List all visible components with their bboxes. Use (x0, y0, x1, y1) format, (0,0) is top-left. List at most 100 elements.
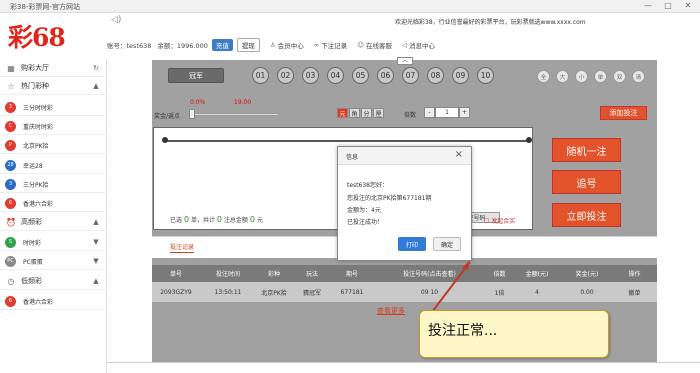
multiple-input[interactable]: 1 (435, 107, 459, 118)
close-button[interactable]: ✕ (681, 1, 695, 10)
dialog-amount: 金额为：4元 (347, 207, 381, 214)
bet-record-link[interactable]: ∞ 下注记录 (314, 40, 347, 50)
ball[interactable]: 05 (352, 67, 369, 84)
tab-bet-record[interactable]: 投注记录 (170, 242, 195, 253)
unit-modes: 元 角 分 厘 (337, 108, 385, 118)
prize-amount: 19.00 (234, 99, 252, 106)
chase-button[interactable]: 追号 (552, 170, 621, 194)
clock-icon: ⏰ (6, 217, 16, 227)
ball[interactable]: 10 (477, 67, 494, 84)
dialog-header: 信息 × (338, 147, 471, 165)
annotation-callout: 投注正常... (419, 310, 609, 358)
notice-text: 欢迎光临彩38，行业信誉最好的彩票平台，玩彩票就选www.xxxx.com (395, 19, 586, 26)
sidebar-item[interactable]: 3 三分PK拾 (0, 176, 107, 193)
sidebar-item[interactable]: S 时时彩 ▼ (0, 234, 107, 251)
speaker-icon: ◁) (111, 15, 122, 25)
view-more-link[interactable]: 查看更多 (377, 306, 405, 316)
history-table-header: 单号 投注时间 彩种 玩法 期号 投注号码(点击查看) 倍数 金额(元) 奖金(… (152, 265, 657, 282)
mode-yuan[interactable]: 元 (337, 108, 348, 118)
quick-select-big[interactable]: 大 (556, 70, 569, 83)
ball[interactable]: 03 (302, 67, 319, 84)
print-button[interactable]: 打印 (398, 237, 426, 251)
quick-select-odd[interactable]: 单 (594, 70, 607, 83)
lottery-icon: C (5, 120, 16, 132)
account-name: 账号：test638 (107, 42, 152, 50)
rebate-slider-thumb[interactable] (189, 109, 195, 119)
ball[interactable]: 07 (402, 67, 419, 84)
link-icon: ∞ (313, 41, 320, 49)
sidebar-low[interactable]: ◷ 低频彩 ▲ (0, 273, 107, 290)
sidebar-item[interactable]: PC PC蛋蛋 ▼ (0, 253, 107, 270)
member-center-link[interactable]: ♙ 会员中心 (270, 40, 304, 50)
sidebar-item[interactable]: 6 香港六合彩 (0, 195, 107, 212)
sidebar-item[interactable]: 28 幸运28 (0, 157, 107, 174)
cancel-order-link[interactable]: 撤单 (612, 282, 657, 302)
lottery-icon: 6 (5, 295, 16, 307)
refresh-icon[interactable]: ↻ (89, 64, 103, 72)
ball[interactable]: 09 (452, 67, 469, 84)
sidebar-hot[interactable]: ☆ 热门彩种 ▲ (0, 78, 107, 95)
sidebar-lobby[interactable]: ▦ 购彩大厅 ↻ (0, 60, 107, 77)
ball-bar: 冠军 01 02 03 04 05 06 07 08 09 10 全 大 小 单… (152, 66, 657, 86)
ball[interactable]: 08 (427, 67, 444, 84)
ball[interactable]: 01 (252, 67, 269, 84)
sidebar-high[interactable]: ⏰ 高频彩 ▲ (0, 214, 107, 231)
grid-icon: ▦ (7, 63, 15, 73)
message-center-link[interactable]: ◁ 消息中心 (402, 40, 435, 50)
info-dialog: 信息 × test638您好： 您投注的北京PK拾第677181期 金额为：4元… (337, 146, 472, 261)
dialog-success: 已投注成功！ (347, 219, 384, 226)
add-bet-button[interactable]: 添加投注 (600, 106, 647, 120)
multiple-stepper: - 1 + (424, 107, 470, 118)
collapse-up-icon[interactable]: ▲ (89, 82, 103, 90)
total-notes: 0 (216, 215, 222, 224)
table-row[interactable]: 2093GZY9 13:50:11 北京PK拾 猜冠军 677181 09 10… (152, 282, 657, 302)
ball[interactable]: 02 (277, 67, 294, 84)
collapse-up-icon[interactable]: ▲ (89, 218, 103, 226)
quick-select-all[interactable]: 全 (537, 70, 550, 83)
sidebar-item[interactable]: 6 香港六合彩 (0, 293, 107, 310)
ball[interactable]: 04 (327, 67, 344, 84)
multiple-minus[interactable]: - (424, 107, 435, 118)
mode-li[interactable]: 厘 (373, 108, 384, 118)
quick-select-even[interactable]: 双 (613, 70, 626, 83)
multiple-plus[interactable]: + (459, 107, 470, 118)
rebate-percent: 0.0% (190, 99, 206, 106)
ball[interactable]: 06 (377, 67, 394, 84)
collapse-up-icon[interactable]: ▲ (89, 277, 103, 285)
lottery-icon: PC (5, 255, 16, 267)
sidebar-item[interactable]: C 重庆时时彩 (0, 118, 107, 135)
expand-down-icon[interactable]: ▼ (89, 257, 103, 265)
lottery-icon: P (5, 139, 16, 151)
position-label: 冠军 (168, 68, 224, 83)
rebate-label: 奖金/返点 (154, 113, 181, 120)
title-bar: 彩38-彩票网-官方网站 — □ ✕ (0, 0, 700, 13)
total-amount: 0 (249, 215, 255, 224)
quick-select-clear[interactable]: 清 (632, 70, 645, 83)
sidebar-item[interactable]: P 北京PK拾 (0, 137, 107, 154)
close-icon[interactable]: × (455, 149, 463, 160)
lottery-icon: 6 (5, 197, 16, 209)
rebate-slider[interactable] (189, 113, 279, 116)
maximize-button[interactable]: □ (661, 1, 675, 10)
timer-icon: ◷ (7, 276, 15, 286)
online-service-link[interactable]: ☺ 在线客服 (357, 40, 392, 50)
star-icon: ☆ (7, 81, 15, 91)
confirm-button[interactable]: 确定 (433, 237, 461, 251)
random-bet-button[interactable]: 随机一注 (552, 138, 621, 162)
place-bet-button[interactable]: 立即投注 (552, 203, 621, 227)
bet-list-divider (164, 140, 529, 142)
dialog-period: 您投注的北京PK拾第677181期 (347, 195, 432, 202)
mode-fen[interactable]: 分 (361, 108, 372, 118)
withdraw-button[interactable]: 提现 (236, 38, 260, 52)
collapse-top-icon[interactable]: ︿ (397, 57, 413, 65)
account-bar: 账号：test638 余额：1996.000 充值 提现 ♙ 会员中心 ∞ 下注记录… (107, 38, 435, 52)
joint-purchase-checkbox[interactable]: ☐ 发起合买 (484, 216, 515, 225)
sidebar-item[interactable]: 3 三分时时彩 (0, 99, 107, 116)
multiple-label: 倍数 (404, 112, 417, 119)
minimize-button[interactable]: — (641, 1, 655, 10)
user-icon: ♙ (269, 41, 276, 49)
expand-down-icon[interactable]: ▼ (89, 238, 103, 246)
mode-jiao[interactable]: 角 (349, 108, 360, 118)
quick-select-small[interactable]: 小 (575, 70, 588, 83)
recharge-button[interactable]: 充值 (211, 39, 233, 51)
